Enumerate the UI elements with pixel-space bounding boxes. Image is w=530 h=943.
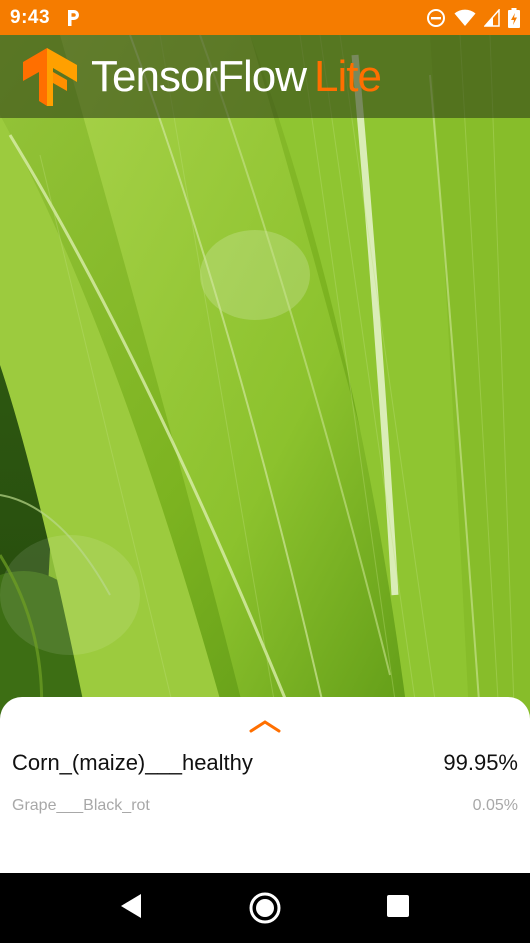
status-icons [426, 7, 520, 28]
battery-charging-icon [508, 7, 520, 28]
recents-icon[interactable] [385, 891, 411, 921]
result-label: Corn_(maize)___healthy [12, 750, 253, 775]
brand-main-text: TensorFlow [91, 51, 307, 101]
do-not-disturb-icon [427, 8, 445, 27]
parking-notification-icon [68, 9, 80, 26]
camera-preview [0, 35, 530, 735]
status-time: 9:43 [10, 6, 51, 28]
app-screen: 9:43 TensorFlow Lite Corn_(maize)___heal… [0, 0, 530, 943]
home-icon[interactable] [247, 891, 283, 925]
wifi-icon [454, 9, 476, 26]
cell-signal-icon [484, 8, 500, 27]
results-bottom-sheet[interactable]: Corn_(maize)___healthy 99.95% Grape___Bl… [0, 697, 530, 873]
result-confidence: 99.95% [443, 750, 518, 775]
result-row-top: Corn_(maize)___healthy 99.95% [12, 750, 518, 776]
status-bar: 9:43 [0, 0, 530, 35]
app-toolbar: TensorFlow Lite [0, 35, 530, 118]
brand-accent-text: Lite [313, 51, 382, 101]
app-title: TensorFlow Lite [91, 51, 382, 101]
camera-feed-image [0, 35, 530, 735]
chevron-up-icon[interactable] [249, 719, 281, 733]
result-confidence: 0.05% [472, 797, 518, 814]
navigation-bar [0, 873, 530, 943]
back-icon[interactable] [118, 891, 144, 921]
tensorflow-logo-icon [23, 47, 77, 106]
result-label: Grape___Black_rot [12, 797, 150, 814]
result-row-second: Grape___Black_rot 0.05% [12, 797, 518, 815]
